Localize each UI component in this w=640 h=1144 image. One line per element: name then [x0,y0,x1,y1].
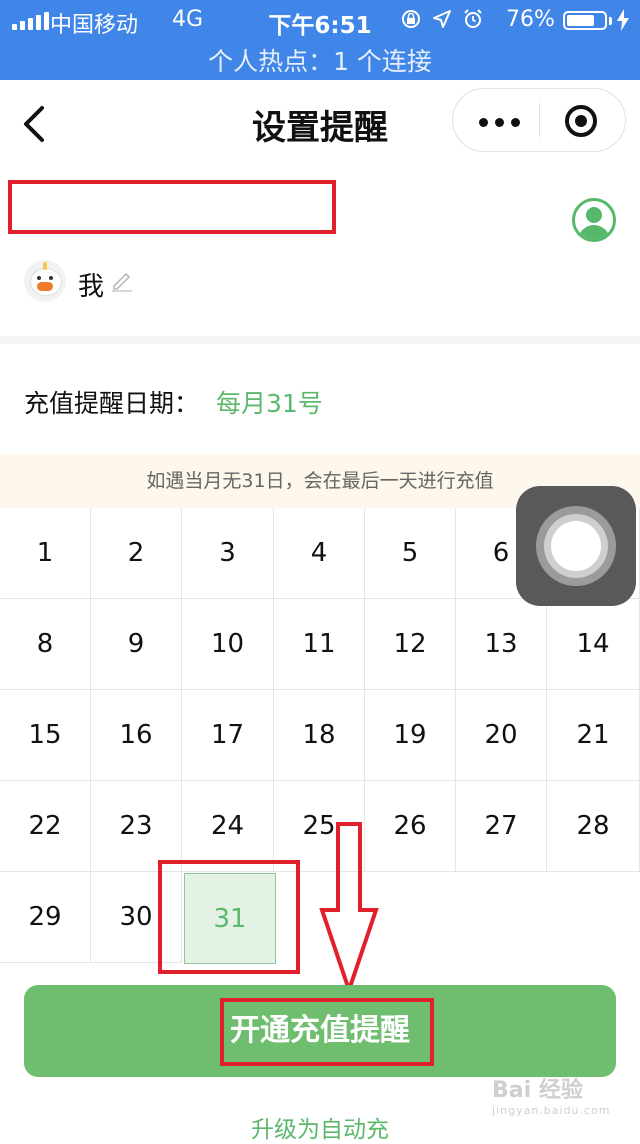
redacted-account-box [8,180,336,234]
location-icon [433,10,451,28]
day-cell-19[interactable]: 19 [365,690,456,781]
charging-icon [617,9,629,31]
assistive-touch-button[interactable] [516,486,636,606]
day-cell-8[interactable]: 8 [0,599,91,690]
battery-percent: 76% [506,7,555,32]
watermark-logo: Bai 经验 jingyan.baidu.com [492,1078,611,1117]
day-cell-5[interactable]: 5 [365,508,456,599]
hotspot-banner[interactable]: 个人热点：1 个连接 [0,42,640,78]
day-cell-14[interactable]: 14 [547,599,640,690]
day-cell-3[interactable]: 3 [182,508,274,599]
day-cell-9[interactable]: 9 [91,599,182,690]
section-divider [0,336,640,344]
reminder-date-value: 每月31号 [216,389,323,418]
day-cell-20[interactable]: 20 [456,690,547,781]
day-cell-21[interactable]: 21 [547,690,640,781]
day-cell-28[interactable]: 28 [547,781,640,872]
battery-icon [563,11,607,30]
miniprogram-capsule [452,88,626,152]
alarm-icon [464,9,482,28]
day-cell-16[interactable]: 16 [91,690,182,781]
status-bar: 中国移动 4G 下午6:51 76% 个人热点：1 个连接 [0,0,640,80]
day-cell-13[interactable]: 13 [456,599,547,690]
button-highlight [220,998,434,1066]
rotation-lock-icon [402,10,420,28]
day-cell-18[interactable]: 18 [274,690,365,781]
down-arrow-annotation [319,822,379,994]
selected-day-highlight [158,860,300,974]
day-cell-10[interactable]: 10 [182,599,274,690]
day-cell-4[interactable]: 4 [274,508,365,599]
day-cell-11[interactable]: 11 [274,599,365,690]
edit-pencil-icon[interactable] [110,268,134,292]
day-cell-29[interactable]: 29 [0,872,91,963]
account-nickname: 我 [78,272,105,302]
day-cell-1[interactable]: 1 [0,508,91,599]
day-cell-17[interactable]: 17 [182,690,274,781]
more-icon[interactable] [479,118,520,127]
reminder-date-label: 充值提醒日期： [24,389,200,418]
close-miniprogram-icon[interactable] [565,105,597,137]
day-cell-27[interactable]: 27 [456,781,547,872]
day-cell-22[interactable]: 22 [0,781,91,872]
day-cell-24[interactable]: 24 [182,781,274,872]
contact-icon[interactable] [572,198,616,242]
day-cell-2[interactable]: 2 [91,508,182,599]
day-cell-12[interactable]: 12 [365,599,456,690]
day-cell-23[interactable]: 23 [91,781,182,872]
day-cell-15[interactable]: 15 [0,690,91,781]
avatar [24,260,66,302]
nav-bar: 设置提醒 [0,80,640,168]
